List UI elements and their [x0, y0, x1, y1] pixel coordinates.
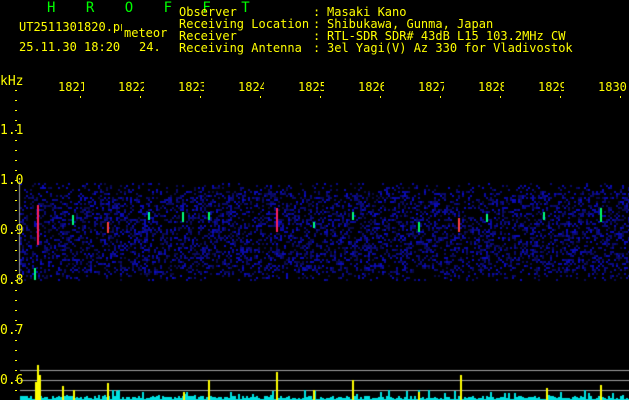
y-tick — [15, 110, 17, 111]
y-tick — [15, 360, 17, 361]
y-tick-label: 1.1 — [0, 123, 24, 138]
datetime: 25.11.30 18:20 — [19, 40, 121, 54]
y-tick-label: 1.0 — [0, 173, 24, 188]
x-tick — [320, 96, 321, 98]
y-tick — [15, 190, 17, 191]
y-tick-label: 0.9 — [0, 223, 24, 238]
x-tick-label: 1830 — [598, 80, 627, 94]
y-tick — [15, 350, 17, 351]
x-tick-label: 1828 — [478, 80, 504, 94]
x-tick — [440, 96, 441, 98]
y-tick — [15, 330, 17, 331]
x-tick — [140, 96, 141, 98]
y-tick — [15, 90, 17, 91]
x-tick-label: 1825 — [298, 80, 324, 94]
y-tick — [15, 130, 17, 131]
y-tick — [15, 200, 17, 201]
y-tick — [15, 120, 17, 121]
x-tick — [560, 96, 561, 98]
antenna-label: Receiving Antenna — [179, 41, 302, 55]
y-tick — [15, 170, 17, 171]
x-tick — [380, 96, 381, 98]
y-tick — [15, 220, 17, 221]
y-tick — [15, 280, 17, 281]
y-tick — [15, 260, 17, 261]
y-tick — [15, 370, 17, 371]
y-tick-label: 0.8 — [0, 273, 24, 288]
value-readout: 24. — [139, 40, 161, 54]
x-tick — [200, 96, 201, 98]
colon: : — [313, 41, 321, 55]
y-tick — [15, 300, 17, 301]
y-tick — [15, 320, 17, 321]
y-tick — [15, 390, 17, 391]
x-tick — [80, 96, 81, 98]
x-tick-label: 1829 — [538, 80, 564, 94]
x-tick-label: 1824 — [238, 80, 264, 94]
y-tick — [15, 250, 17, 251]
y-tick — [15, 240, 17, 241]
mode-label: meteor — [124, 26, 168, 40]
x-tick-label: 1827 — [418, 80, 444, 94]
y-tick-label: 0.7 — [0, 323, 24, 338]
y-unit-label: kHz — [0, 74, 24, 89]
y-tick — [15, 210, 17, 211]
x-tick-label: 1821 — [58, 80, 84, 94]
y-tick — [15, 380, 17, 381]
y-tick — [15, 150, 17, 151]
y-tick — [15, 310, 17, 311]
x-tick — [500, 96, 501, 98]
x-tick-label: 1823 — [178, 80, 204, 94]
x-tick-label: 1826 — [358, 80, 384, 94]
y-tick — [15, 180, 17, 181]
spectrogram — [0, 0, 629, 400]
y-tick — [15, 340, 17, 341]
y-tick — [15, 230, 17, 231]
y-tick — [15, 160, 17, 161]
antenna-value: 3el Yagi(V) Az 330 for Vladivostok — [327, 41, 573, 55]
y-tick-label: 0.6 — [0, 373, 24, 388]
y-tick — [15, 270, 17, 271]
filename: UT2511301820.png — [19, 21, 122, 33]
x-tick — [260, 96, 261, 98]
x-tick — [620, 96, 621, 98]
y-tick — [15, 100, 17, 101]
x-tick-label: 1822 — [118, 80, 144, 94]
y-tick — [15, 140, 17, 141]
y-tick — [15, 290, 17, 291]
